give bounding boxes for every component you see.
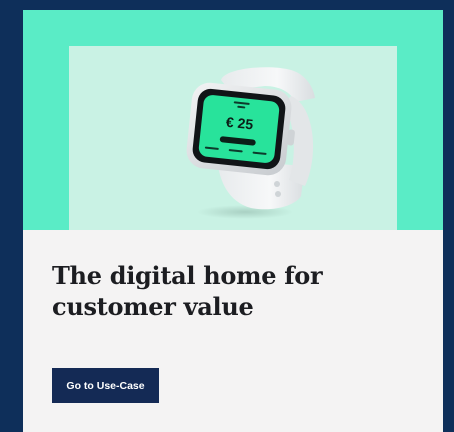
go-to-use-case-button[interactable]: Go to Use-Case [52, 368, 159, 403]
card-title: The digital home for customer value [52, 261, 323, 321]
watch-amount: € 25 [225, 114, 254, 133]
hero-banner: € 25 [23, 10, 443, 230]
hero-image-panel: € 25 [69, 46, 397, 230]
smartwatch-icon: € 25 [186, 67, 315, 219]
use-case-card[interactable]: € 25 The digital home for customer value… [23, 10, 443, 432]
